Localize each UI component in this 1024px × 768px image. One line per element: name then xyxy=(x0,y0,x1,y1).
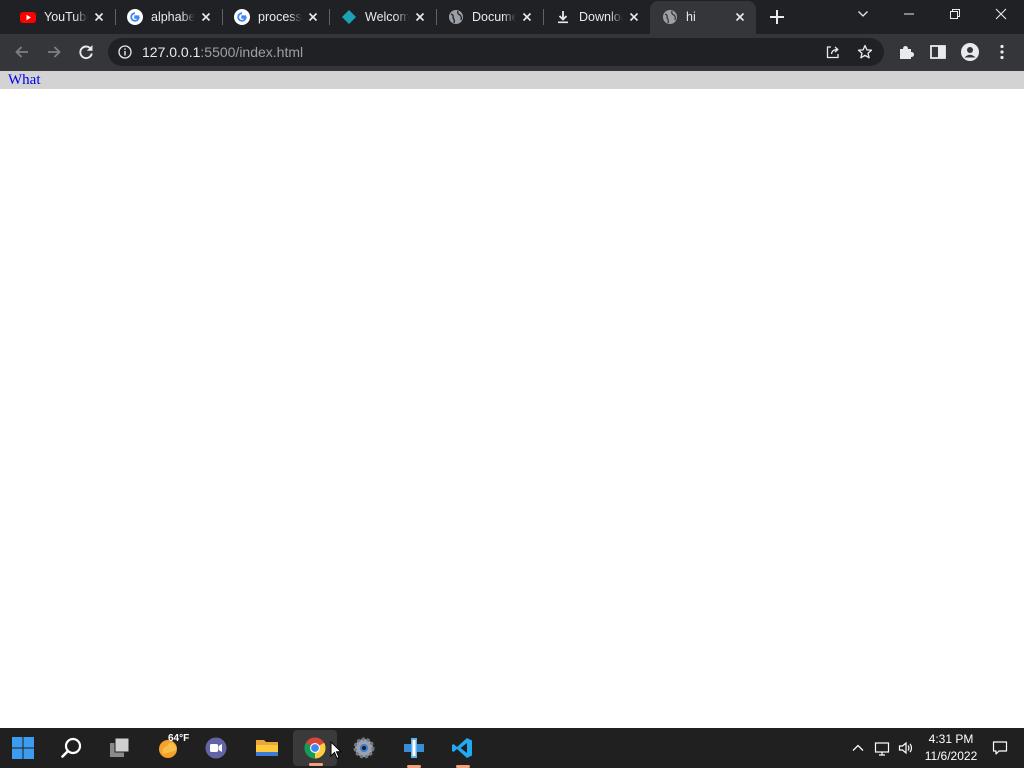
close-tab-icon[interactable] xyxy=(198,9,214,25)
taskbar-search-button[interactable] xyxy=(50,728,94,768)
tab-search-button[interactable] xyxy=(840,0,886,30)
reload-icon[interactable] xyxy=(76,42,96,62)
tab-title: alphabet xyxy=(151,10,195,24)
google-icon xyxy=(127,9,143,25)
page-header-bar: What xyxy=(0,71,1024,89)
notifications-icon[interactable] xyxy=(992,740,1008,756)
back-arrow-icon[interactable] xyxy=(12,42,32,62)
tab-title: Welcome xyxy=(365,10,409,24)
close-icon xyxy=(995,8,1007,20)
tab-title: hi xyxy=(686,10,696,24)
mouse-cursor-icon xyxy=(330,741,342,760)
search-icon xyxy=(61,737,82,758)
side-panel-icon[interactable] xyxy=(928,42,948,62)
tab-document[interactable]: Document xyxy=(436,0,544,34)
new-tab-plus-icon[interactable] xyxy=(766,6,788,28)
tab-title: Downloads xyxy=(579,10,623,24)
close-window-button[interactable] xyxy=(978,0,1024,30)
chevron-up-icon[interactable] xyxy=(850,740,866,756)
vscode-diamond-icon xyxy=(342,10,356,24)
teams-chat-button[interactable] xyxy=(194,728,238,768)
teams-chat-icon xyxy=(205,737,227,759)
weather-temperature: 64°F xyxy=(168,733,190,744)
tab-process[interactable]: process xyxy=(222,0,330,34)
profile-avatar-icon[interactable] xyxy=(960,42,980,62)
close-tab-icon[interactable] xyxy=(91,9,107,25)
url-path: :5500/index.html xyxy=(200,44,304,60)
share-icon[interactable] xyxy=(825,44,841,60)
file-explorer-button[interactable] xyxy=(244,728,288,768)
youtube-icon xyxy=(20,12,36,23)
google-icon xyxy=(234,9,250,25)
task-view-icon xyxy=(110,737,130,757)
restore-icon xyxy=(950,9,960,19)
url-host: 127.0.0.1 xyxy=(142,44,201,60)
url-text[interactable]: 127.0.0.1:5500/index.html xyxy=(142,44,303,60)
start-icon xyxy=(12,737,34,759)
close-tab-icon[interactable] xyxy=(626,9,642,25)
close-tab-icon[interactable] xyxy=(519,9,535,25)
address-bar[interactable]: 127.0.0.1:5500/index.html xyxy=(108,38,884,66)
globe-icon xyxy=(663,10,677,24)
vscode-button[interactable] xyxy=(440,728,484,768)
settings-icon xyxy=(353,737,375,759)
tab-youtube[interactable]: YouTube xyxy=(8,0,116,34)
chrome-icon xyxy=(304,737,326,759)
network-tool-icon xyxy=(404,738,424,758)
tab-title: Document xyxy=(472,10,516,24)
page-viewport: What xyxy=(0,71,1024,728)
network-tool-button[interactable] xyxy=(391,728,435,768)
windows-taskbar: 64°F 4:31 PM 11/6/2022 xyxy=(0,728,1024,768)
download-icon xyxy=(558,11,568,24)
site-info-icon[interactable] xyxy=(118,45,132,59)
clock-date: 11/6/2022 xyxy=(924,749,978,763)
vscode-icon xyxy=(452,738,472,758)
clock-time: 4:31 PM xyxy=(928,732,974,746)
system-clock[interactable]: 4:31 PM 11/6/2022 xyxy=(920,731,982,765)
menu-kebab-icon[interactable] xyxy=(992,42,1012,62)
tab-hi[interactable]: hi xyxy=(650,1,756,34)
settings-button[interactable] xyxy=(342,728,386,768)
network-status-icon[interactable] xyxy=(874,740,890,756)
restore-button[interactable] xyxy=(932,0,978,30)
minimize-icon xyxy=(904,13,914,15)
close-tab-icon[interactable] xyxy=(732,9,748,25)
start-button[interactable] xyxy=(1,728,45,768)
tab-title: YouTube xyxy=(44,10,88,24)
tab-alphabet[interactable]: alphabet xyxy=(115,0,223,34)
what-link[interactable]: What xyxy=(8,72,40,88)
tab-title: process xyxy=(258,10,302,24)
extensions-puzzle-icon[interactable] xyxy=(896,42,916,62)
bookmark-star-icon[interactable] xyxy=(857,44,873,60)
minimize-button[interactable] xyxy=(886,0,932,30)
forward-arrow-icon[interactable] xyxy=(44,42,64,62)
file-explorer-icon xyxy=(256,740,278,756)
running-indicator xyxy=(309,763,323,766)
browser-tab-strip: YouTube alphabet process Welcome xyxy=(0,0,1024,34)
close-tab-icon[interactable] xyxy=(305,9,321,25)
close-tab-icon[interactable] xyxy=(412,9,428,25)
task-view-button[interactable] xyxy=(98,728,142,768)
tab-welcome[interactable]: Welcome xyxy=(329,0,437,34)
volume-icon[interactable] xyxy=(898,740,914,756)
browser-toolbar: 127.0.0.1:5500/index.html xyxy=(0,34,1024,71)
chevron-down-icon xyxy=(858,11,868,17)
tab-downloads[interactable]: Downloads xyxy=(543,0,650,34)
globe-icon xyxy=(449,10,463,24)
